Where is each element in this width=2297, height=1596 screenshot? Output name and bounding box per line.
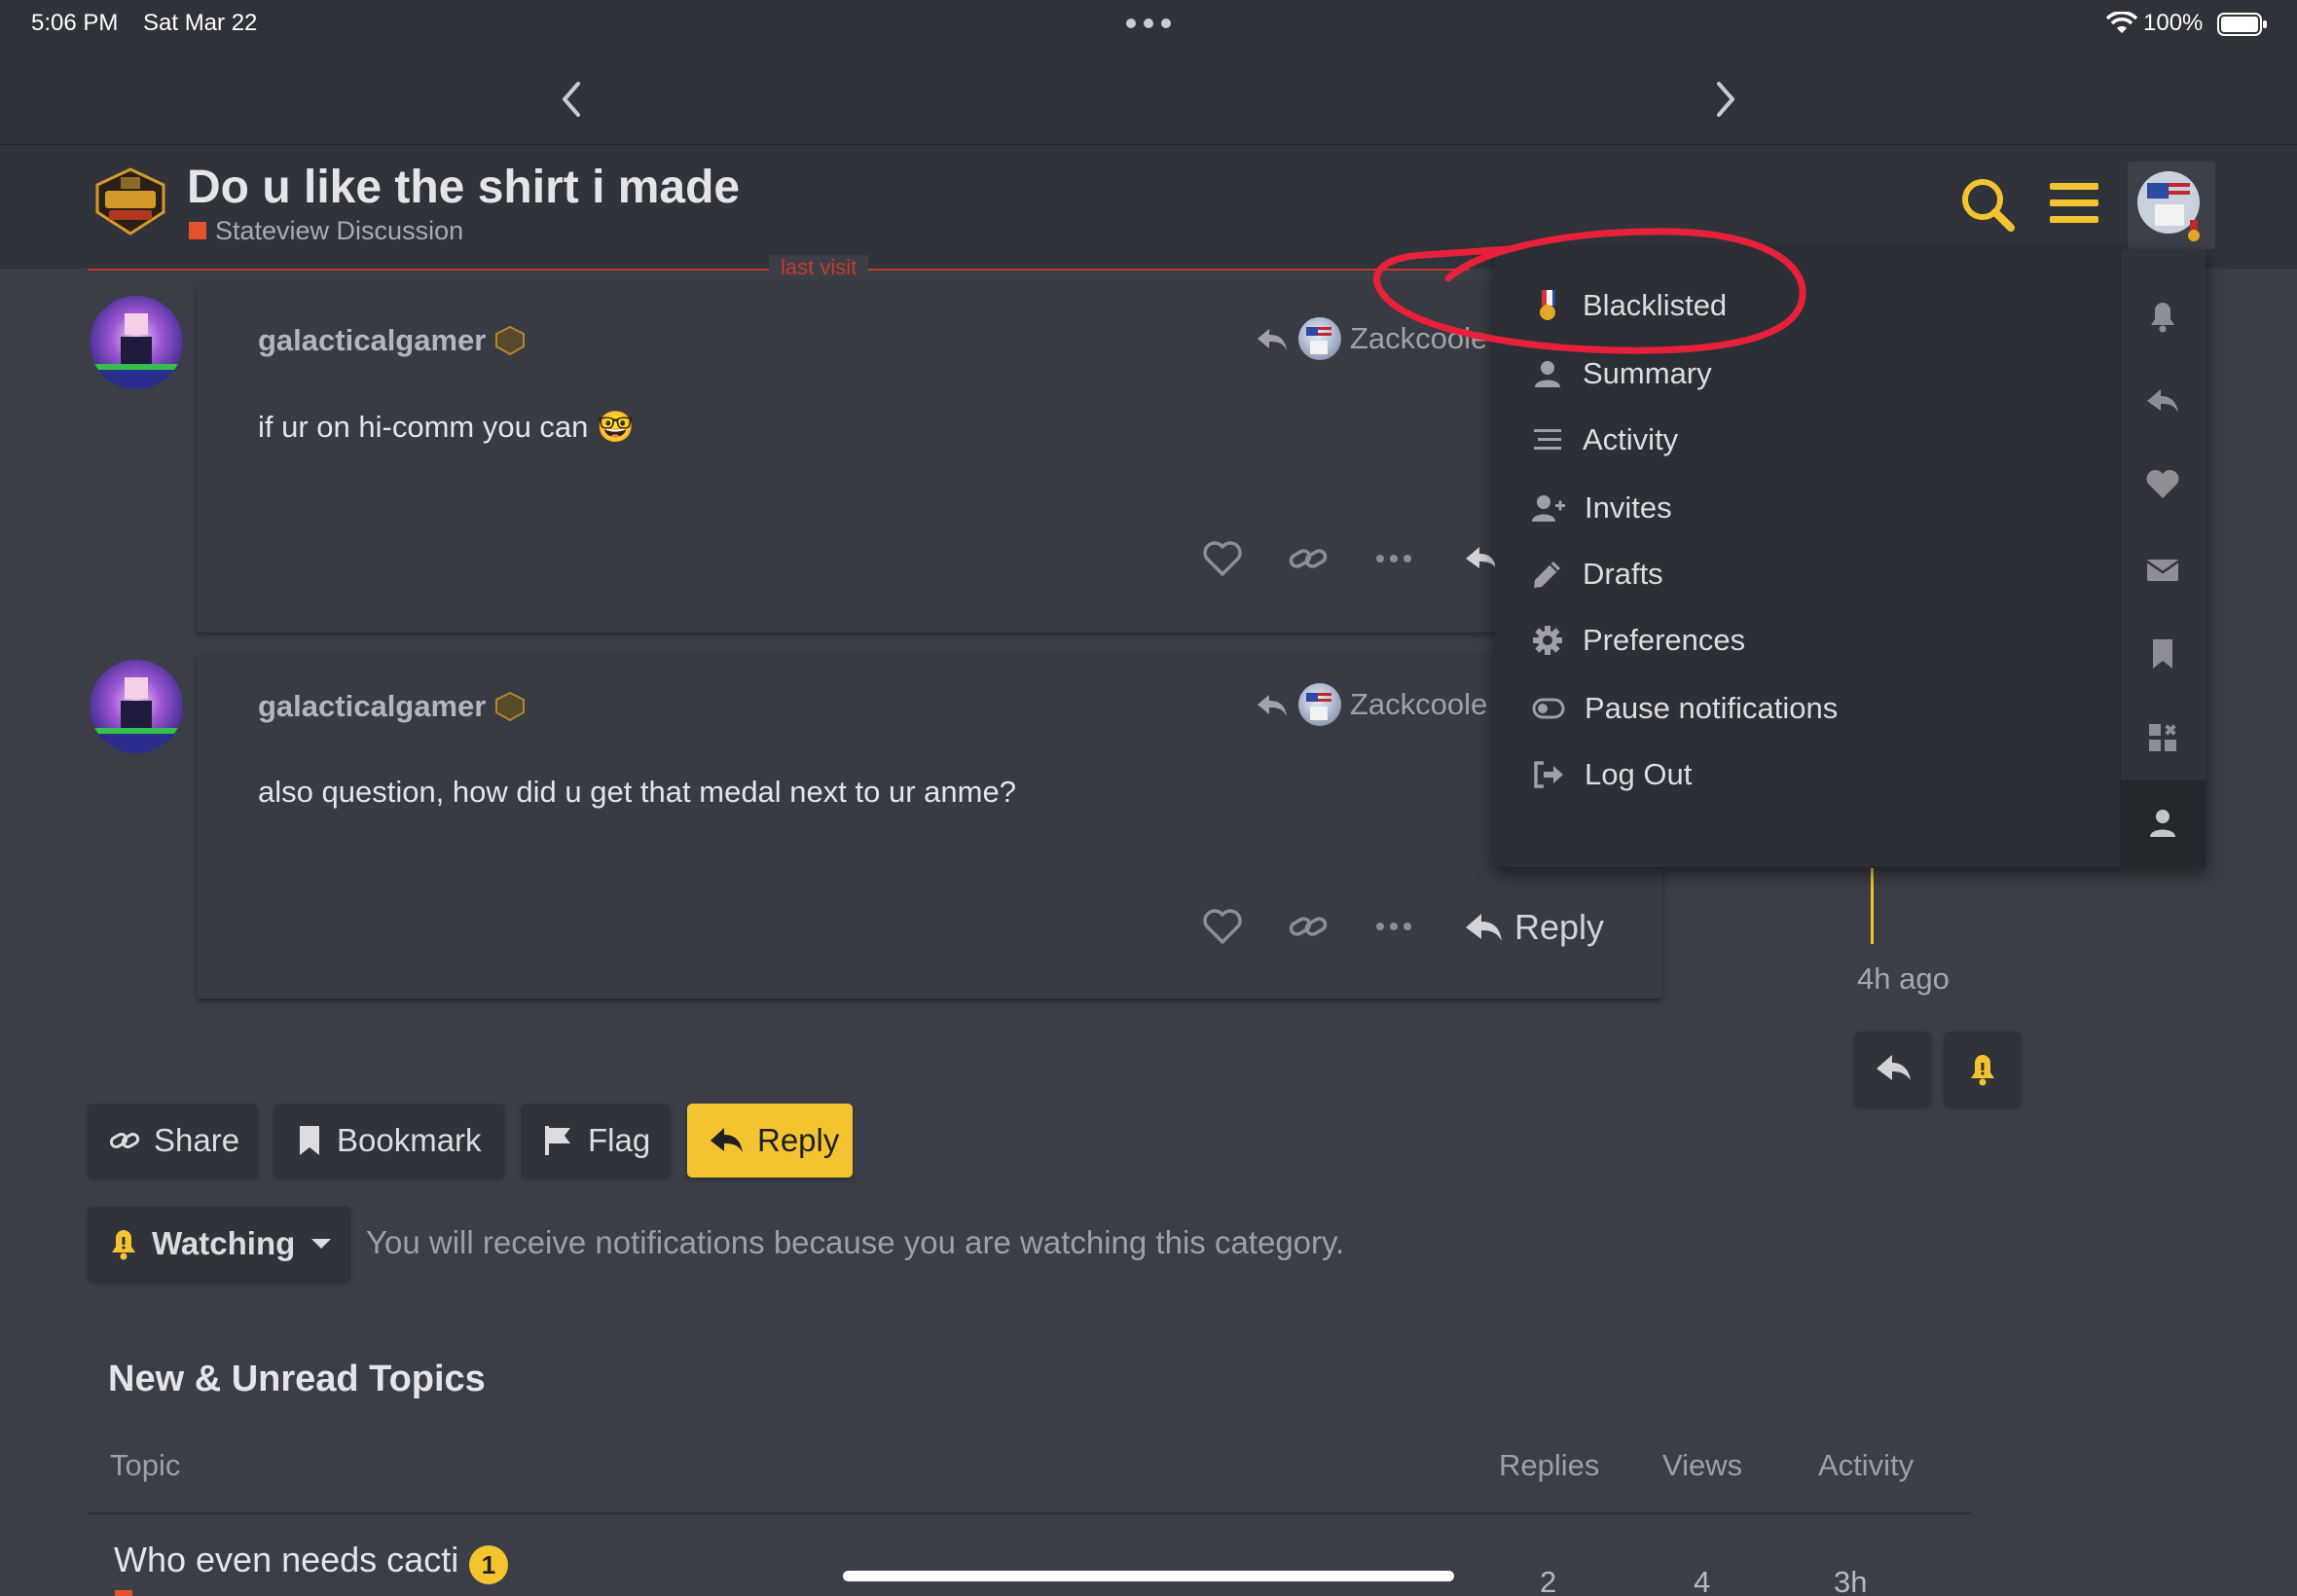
bookmark-icon [300, 1126, 319, 1155]
topic-link[interactable]: Who even needs cacti [114, 1540, 458, 1580]
column-views[interactable]: Views [1662, 1448, 1742, 1483]
site-logo[interactable] [88, 165, 173, 237]
more-icon[interactable] [1372, 537, 1415, 580]
hamburger-menu-icon[interactable] [2048, 179, 2100, 228]
menu-item-summary[interactable]: Summary [1532, 346, 2077, 401]
battery-percent: 100% [2143, 10, 2204, 36]
post-reply-button[interactable]: Reply [1464, 903, 1649, 952]
post-body: if ur on hi-comm you can 🤓 [258, 410, 635, 444]
bell-icon [1971, 1055, 1994, 1086]
link-icon [109, 1133, 140, 1148]
category-badge [115, 1590, 132, 1596]
notification-level-dropdown[interactable]: Watching [88, 1207, 350, 1281]
reply-icon [1466, 914, 1502, 941]
post-author-avatar[interactable] [90, 296, 183, 389]
wifi-icon [2106, 12, 2137, 35]
more-icon[interactable] [1372, 905, 1415, 948]
like-icon[interactable] [1201, 537, 1244, 580]
envelope-icon[interactable] [2141, 549, 2184, 592]
status-time: 5:06 PM [31, 10, 119, 36]
timeline-scroller[interactable] [1871, 868, 1874, 944]
menu-item-activity[interactable]: Activity [1532, 413, 2077, 467]
flag-button[interactable]: Flag [522, 1104, 670, 1178]
menu-item-preferences[interactable]: Preferences [1532, 613, 2077, 668]
user-icon[interactable] [2141, 802, 2184, 845]
user-avatar-button[interactable] [2128, 162, 2215, 249]
column-topic[interactable]: Topic [110, 1448, 180, 1483]
browser-forward-icon[interactable] [1705, 78, 1744, 121]
reply-to-avatar [1298, 317, 1341, 360]
reply-icon [1877, 1055, 1911, 1080]
reply-icon [711, 1128, 743, 1152]
flag-icon [545, 1126, 570, 1155]
reply-to-username[interactable]: Zackcoole [1350, 687, 1496, 722]
timeline-date: 4h ago [1857, 961, 1950, 996]
notification-reason: You will receive notifications because y… [366, 1224, 1345, 1260]
reply-to-username[interactable]: Zackcoole [1350, 321, 1496, 356]
sign-out-icon [1534, 761, 1563, 788]
topic-views: 4 [1694, 1565, 1711, 1596]
topic-replies: 2 [1540, 1565, 1557, 1596]
link-icon[interactable] [1287, 905, 1330, 948]
category-link[interactable]: Stateview Discussion [215, 216, 463, 246]
bookmark-icon[interactable] [2141, 633, 2184, 675]
grid-plus-icon[interactable] [2141, 716, 2184, 759]
bookmark-button[interactable]: Bookmark [274, 1104, 504, 1178]
like-icon[interactable] [1201, 905, 1244, 948]
status-date: Sat Mar 22 [143, 10, 258, 36]
reply-arrow-icon [1256, 691, 1289, 720]
topic-activity: 3h [1834, 1565, 1868, 1596]
reply-icon[interactable] [2141, 380, 2184, 422]
reply-label: Reply [1514, 907, 1605, 947]
caret-down-icon [311, 1239, 332, 1249]
reply-to-avatar [1298, 683, 1341, 726]
gear-icon [1533, 626, 1562, 655]
suggested-topics-title: New & Unread Topics [108, 1359, 486, 1399]
stream-icon [1534, 429, 1561, 450]
menu-item-invites[interactable]: Invites [1532, 481, 2077, 535]
category-badge [189, 222, 206, 239]
pencil-icon [1534, 562, 1560, 588]
timeline-reply-button[interactable] [1855, 1032, 1931, 1106]
last-visit-label: last visit [769, 255, 869, 280]
page-title: Do u like the shirt i made [187, 162, 741, 213]
bell-icon [112, 1230, 135, 1260]
browser-back-icon[interactable] [553, 78, 592, 121]
bell-icon[interactable] [2141, 294, 2184, 337]
reply-button[interactable]: Reply [687, 1104, 853, 1178]
home-indicator[interactable] [843, 1571, 1454, 1581]
user-flair-icon [492, 691, 528, 722]
medal-icon [1540, 290, 1555, 320]
column-activity[interactable]: Activity [1818, 1448, 1914, 1483]
reply-icon[interactable] [1464, 537, 1497, 580]
menu-item-drafts[interactable]: Drafts [1532, 547, 2077, 601]
menu-item-blacklisted[interactable]: Blacklisted [1532, 278, 2077, 333]
search-icon[interactable] [1958, 175, 2017, 234]
column-replies[interactable]: Replies [1499, 1448, 1599, 1483]
post-author-avatar[interactable] [90, 660, 183, 753]
user-flair-icon [492, 325, 528, 356]
menu-item-log-out[interactable]: Log Out [1532, 747, 2077, 802]
heart-icon[interactable] [2141, 463, 2184, 506]
multitask-dots-icon[interactable] [1125, 18, 1172, 29]
unread-count-badge[interactable]: 1 [469, 1545, 508, 1584]
topic-list-header: Topic Replies Views Activity [88, 1431, 1971, 1514]
post-username[interactable]: galacticalgamer [258, 689, 486, 724]
share-button[interactable]: Share [88, 1104, 257, 1178]
user-icon [1535, 361, 1560, 387]
link-icon[interactable] [1287, 537, 1330, 580]
timeline-notification-button[interactable] [1945, 1032, 2021, 1106]
toggle-icon [1532, 698, 1565, 719]
post-body: also question, how did u get that medal … [258, 775, 1016, 809]
reply-arrow-icon [1256, 325, 1289, 354]
post-username[interactable]: galacticalgamer [258, 323, 486, 358]
battery-icon [2217, 12, 2268, 37]
user-plus-icon [1532, 495, 1565, 522]
menu-item-pause-notifications[interactable]: Pause notifications [1532, 681, 2077, 736]
